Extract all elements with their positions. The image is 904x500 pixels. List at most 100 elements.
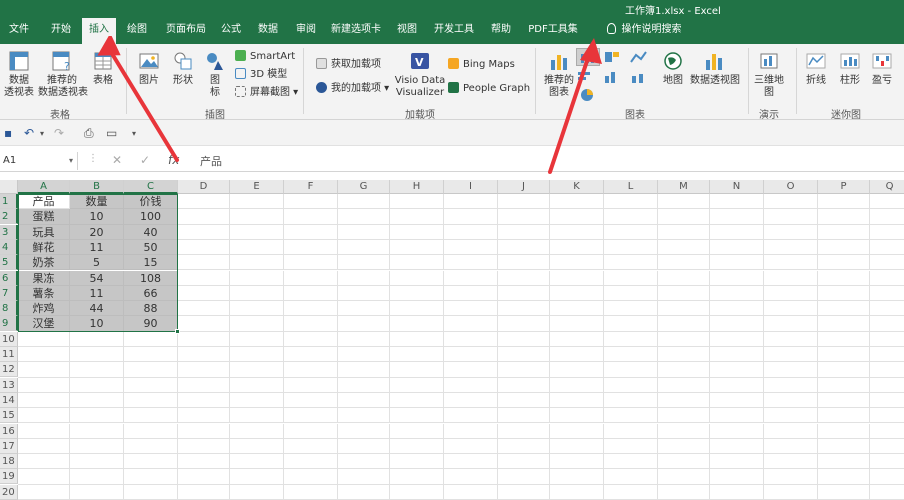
cell-D1[interactable] — [178, 194, 230, 210]
cell-E15[interactable] — [230, 408, 284, 424]
tab-2[interactable]: 插入 — [82, 16, 116, 44]
cell-N11[interactable] — [710, 347, 764, 363]
cell-H17[interactable] — [390, 438, 444, 455]
cell-G4[interactable] — [338, 239, 390, 256]
cell-N19[interactable] — [710, 469, 764, 485]
cell-D12[interactable] — [178, 362, 230, 378]
cell-Q5[interactable] — [870, 255, 904, 271]
cell-P7[interactable] — [818, 285, 870, 302]
cell-A13[interactable] — [18, 377, 70, 393]
cell-D17[interactable] — [178, 438, 230, 455]
cell-B16[interactable] — [70, 423, 124, 439]
cell-Q1[interactable] — [870, 194, 904, 210]
row-header-3[interactable]: 3 — [0, 224, 18, 240]
cell-P3[interactable] — [818, 224, 870, 240]
cell-C4[interactable]: 50 — [124, 239, 178, 256]
cell-A5[interactable]: 奶茶 — [18, 255, 70, 271]
cell-C16[interactable] — [124, 423, 178, 439]
row-header-4[interactable]: 4 — [0, 239, 18, 255]
cell-P16[interactable] — [818, 423, 870, 439]
cell-O3[interactable] — [764, 224, 818, 240]
cell-C6[interactable]: 108 — [124, 270, 178, 286]
cell-F15[interactable] — [284, 408, 338, 424]
cell-L19[interactable] — [604, 469, 658, 485]
cell-B5[interactable]: 5 — [70, 255, 124, 271]
hierarchy-chart-button[interactable] — [604, 50, 622, 67]
cell-N1[interactable] — [710, 194, 764, 210]
cell-F19[interactable] — [284, 469, 338, 485]
cell-E4[interactable] — [230, 239, 284, 256]
cell-L5[interactable] — [604, 255, 658, 271]
cell-Q10[interactable] — [870, 332, 904, 347]
pivot-table-button[interactable]: 数据 透视表 — [2, 50, 36, 99]
cell-B9[interactable]: 10 — [70, 316, 124, 332]
cell-L11[interactable] — [604, 347, 658, 363]
cell-M2[interactable] — [658, 209, 710, 225]
cell-G10[interactable] — [338, 331, 390, 347]
cell-I1[interactable] — [444, 194, 498, 210]
cell-B2[interactable]: 10 — [70, 209, 124, 225]
cell-C18[interactable] — [124, 454, 178, 470]
cell-P2[interactable] — [818, 209, 870, 225]
cell-D18[interactable] — [178, 454, 230, 470]
cell-K7[interactable] — [550, 285, 604, 302]
cell-Q13[interactable] — [870, 378, 904, 393]
cell-C5[interactable]: 15 — [124, 255, 178, 271]
column-chart-button[interactable] — [576, 48, 600, 66]
cell-Q9[interactable] — [870, 316, 904, 332]
column-header-L[interactable]: L — [604, 180, 658, 194]
cell-A6[interactable]: 果冻 — [18, 270, 70, 286]
cell-J12[interactable] — [498, 362, 550, 378]
cell-K13[interactable] — [550, 377, 604, 393]
cell-M13[interactable] — [658, 377, 710, 393]
cell-P1[interactable] — [818, 194, 870, 210]
cell-P19[interactable] — [818, 469, 870, 485]
cell-F13[interactable] — [284, 377, 338, 393]
cell-N13[interactable] — [710, 377, 764, 393]
cell-J11[interactable] — [498, 347, 550, 363]
cell-E5[interactable] — [230, 255, 284, 271]
row-header-14[interactable]: 14 — [0, 392, 18, 408]
tab-4[interactable]: 页面布局 — [158, 16, 214, 44]
pie-chart-button[interactable] — [580, 88, 598, 105]
row-header-9[interactable]: 9 — [0, 316, 18, 332]
my-addins-button[interactable]: 我的加载项 ▾ — [316, 82, 389, 96]
cell-J9[interactable] — [498, 316, 550, 332]
cell-G18[interactable] — [338, 454, 390, 470]
cell-I7[interactable] — [444, 285, 498, 302]
table-button[interactable]: 表格 — [90, 50, 116, 87]
cell-I6[interactable] — [444, 270, 498, 286]
cell-L3[interactable] — [604, 224, 658, 240]
cell-E9[interactable] — [230, 316, 284, 332]
cell-A8[interactable]: 炸鸡 — [18, 301, 70, 317]
cell-C12[interactable] — [124, 362, 178, 378]
cell-K3[interactable] — [550, 224, 604, 240]
cell-D4[interactable] — [178, 239, 230, 256]
icons-button[interactable]: 图 标 — [204, 50, 226, 99]
cell-A17[interactable] — [18, 438, 70, 455]
tell-me-search[interactable]: 操作说明搜索 — [596, 16, 692, 44]
cell-F18[interactable] — [284, 454, 338, 470]
cell-G3[interactable] — [338, 224, 390, 240]
cell-M14[interactable] — [658, 392, 710, 409]
cell-G16[interactable] — [338, 423, 390, 439]
cell-Q19[interactable] — [870, 469, 904, 485]
cell-H8[interactable] — [390, 301, 444, 317]
cell-A20[interactable] — [18, 484, 70, 500]
column-header-C[interactable]: C — [124, 180, 178, 194]
column-header-Q[interactable]: Q — [870, 180, 904, 194]
name-box[interactable]: A1 ▾ — [0, 152, 78, 170]
column-header-D[interactable]: D — [178, 180, 230, 194]
cell-E16[interactable] — [230, 423, 284, 439]
cell-K5[interactable] — [550, 255, 604, 271]
cell-O12[interactable] — [764, 362, 818, 378]
cell-A9[interactable]: 汉堡 — [18, 316, 70, 332]
cell-D3[interactable] — [178, 224, 230, 240]
cell-G12[interactable] — [338, 362, 390, 378]
cell-O5[interactable] — [764, 255, 818, 271]
cell-J19[interactable] — [498, 469, 550, 485]
cell-P18[interactable] — [818, 454, 870, 470]
sparkline-winloss-button[interactable]: 盈亏 — [868, 50, 896, 87]
cell-O1[interactable] — [764, 194, 818, 210]
row-header-15[interactable]: 15 — [0, 408, 18, 424]
